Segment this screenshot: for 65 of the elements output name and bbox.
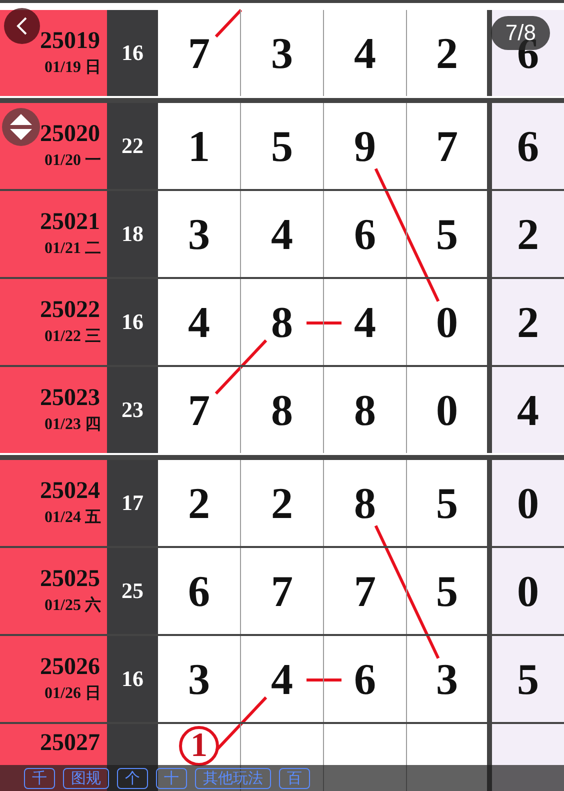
issue-date: 01/20 一 (44, 151, 101, 171)
digit-cell: 3 (241, 10, 324, 96)
issue-date: 01/21 二 (44, 239, 101, 259)
issue-date: 01/22 三 (44, 327, 101, 347)
sum-cell: 23 (107, 367, 158, 453)
issue-date: 01/24 五 (44, 508, 101, 528)
sum-cell: 25 (107, 548, 158, 634)
digit-cell: 7 (241, 548, 324, 634)
digit-cell: 4 (158, 279, 241, 365)
digit-cell: 4 (324, 10, 407, 96)
toolbar-button[interactable]: 个 (117, 768, 148, 788)
up-down-arrows-icon (9, 113, 33, 141)
digit-cell: 9 (324, 103, 407, 189)
digit-cell: 8 (241, 367, 324, 453)
chevron-left-icon (15, 16, 29, 36)
issue-number: 25020 (39, 120, 101, 149)
digit-cell: 4 (324, 279, 407, 365)
issue-date: 01/23 四 (44, 415, 101, 435)
issue-number: 25024 (39, 477, 101, 506)
sum-cell: 16 (107, 279, 158, 365)
sum-cell: 22 (107, 103, 158, 189)
issue-number: 25022 (39, 296, 101, 325)
issue-number: 25019 (39, 27, 101, 56)
digit-cell: 5 (492, 636, 564, 722)
digit-cell: 6 (492, 103, 564, 189)
digit-cell: 6 (324, 191, 407, 277)
sum-cell: 18 (107, 191, 158, 277)
digit-cell: 1 (158, 103, 241, 189)
digit-cell: 2 (241, 460, 324, 546)
digit-cell: 8 (324, 460, 407, 546)
toolbar-button[interactable]: 百 (279, 768, 310, 788)
digit-cell: 7 (158, 367, 241, 453)
issue-number: 25026 (39, 653, 101, 682)
digit-cell: 2 (492, 191, 564, 277)
digit-cell: 8 (241, 279, 324, 365)
toolbar-button[interactable]: 十 (156, 768, 187, 788)
digit-cell: 7 (324, 548, 407, 634)
digit-cell: 6 (158, 548, 241, 634)
digit-cell: 8 (324, 367, 407, 453)
issue-number: 25023 (39, 384, 101, 413)
issue-number: 25025 (39, 565, 101, 594)
issue-date: 01/19 日 (44, 58, 101, 78)
sum-cell: 17 (107, 460, 158, 546)
issue-number: 25021 (39, 208, 101, 237)
issue-date: 01/25 六 (44, 595, 101, 616)
digit-cell: 6 (324, 636, 407, 722)
digit-cell: 0 (492, 548, 564, 634)
toolbar-button[interactable]: 图规 (63, 768, 109, 788)
digit-cell: 7 (158, 10, 241, 96)
digit-cell: 5 (241, 103, 324, 189)
digit-cell: 4 (241, 191, 324, 277)
toolbar-button[interactable]: 千 (24, 768, 55, 788)
digit-cell: 4 (492, 367, 564, 453)
digit-cell: 4 (241, 636, 324, 722)
sum-cell: 16 (107, 10, 158, 96)
issue-number: 25027 (39, 729, 101, 758)
digit-cell: 3 (158, 191, 241, 277)
trend-line (214, 8, 242, 38)
digit-cell: 2 (492, 279, 564, 365)
digit-cell: 0 (492, 460, 564, 546)
digit-cell: 2 (158, 460, 241, 546)
sum-cell: 16 (107, 636, 158, 722)
toolbar-button[interactable]: 其他玩法 (195, 768, 271, 788)
digit-cell: 3 (158, 636, 241, 722)
issue-date: 01/26 日 (44, 684, 101, 704)
